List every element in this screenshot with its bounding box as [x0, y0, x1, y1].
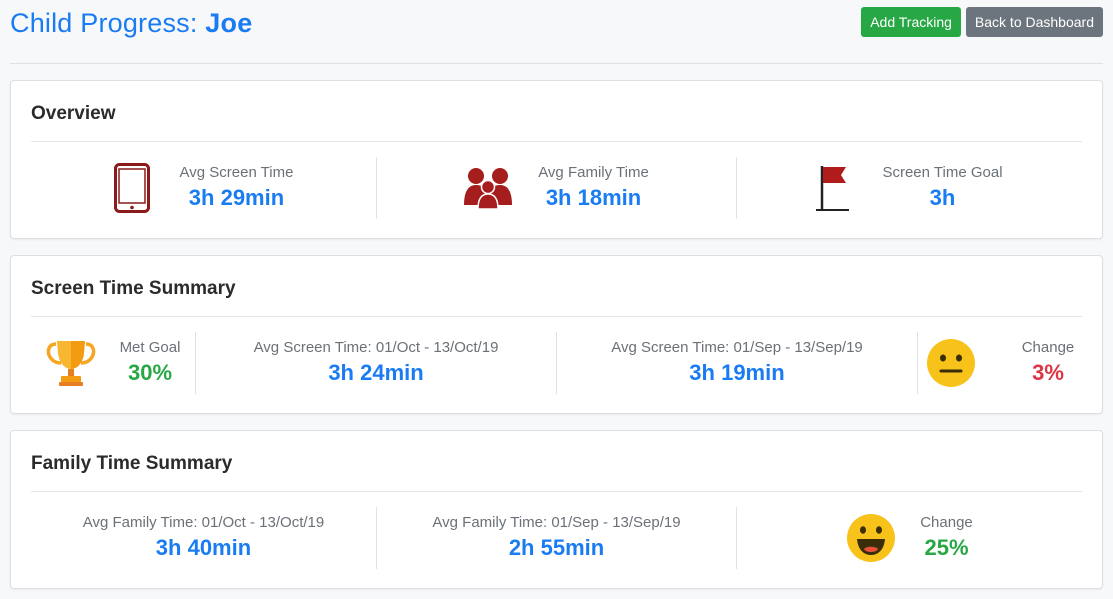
add-tracking-button[interactable]: Add Tracking [861, 7, 961, 37]
overview-family-time-stat: Avg Family Time 3h 18min [538, 163, 649, 213]
stat-label: Avg Family Time [538, 164, 649, 181]
stat-label: Avg Screen Time: 01/Sep - 13/Sep/19 [611, 339, 863, 356]
stat-label: Met Goal [119, 339, 181, 356]
tablet-icon [113, 163, 150, 213]
trophy-icon [46, 338, 96, 388]
family-time-summary-card: Family Time Summary Avg Family Time: 01/… [10, 430, 1103, 589]
screen-previous-period-stat: Avg Screen Time: 01/Sep - 13/Sep/19 3h 1… [611, 338, 863, 388]
screen-change-cell: Change 3% [918, 332, 1082, 394]
stat-label: Avg Screen Time: 01/Oct - 13/Oct/19 [253, 339, 499, 356]
neutral-face-icon [926, 338, 976, 388]
stat-value: 3h 40min [155, 535, 252, 560]
card-divider [31, 141, 1082, 142]
overview-card: Overview Avg Screen Time 3h 29min Avg Fa… [10, 80, 1103, 239]
overview-goal-stat: Screen Time Goal 3h [882, 163, 1002, 213]
stat-label: Change [1021, 339, 1075, 356]
screen-current-period-stat: Avg Screen Time: 01/Oct - 13/Oct/19 3h 2… [254, 338, 499, 388]
flag-icon [816, 163, 850, 213]
stat-value: 2h 55min [508, 535, 605, 560]
page-header: Child Progress: Joe Add Tracking Back to… [10, 0, 1103, 64]
child-progress-page: Child Progress: Joe Add Tracking Back to… [0, 0, 1113, 599]
stat-label: Change [920, 514, 973, 531]
stat-value: 25% [924, 535, 969, 560]
card-divider [31, 316, 1082, 317]
screen-summary-title: Screen Time Summary [31, 278, 236, 299]
stat-value: 3h [929, 185, 956, 210]
screen-change-stat: Change 3% [1022, 338, 1075, 388]
card-divider [31, 491, 1082, 492]
screen-current-period-cell: Avg Screen Time: 01/Oct - 13/Oct/19 3h 2… [196, 332, 557, 394]
stat-value: 3h 24min [328, 360, 424, 385]
overview-screen-time-cell: Avg Screen Time 3h 29min [31, 157, 377, 219]
stat-value: 3% [1032, 360, 1064, 385]
stat-label: Avg Screen Time [179, 164, 294, 181]
family-icon [464, 167, 514, 209]
overview-title: Overview [31, 103, 116, 124]
stat-value: 3h 19min [689, 360, 785, 385]
overview-stats-row: Avg Screen Time 3h 29min Avg Family Time… [31, 157, 1082, 219]
stat-label: Screen Time Goal [882, 164, 1003, 181]
back-to-dashboard-button[interactable]: Back to Dashboard [965, 7, 1103, 37]
overview-goal-cell: Screen Time Goal 3h [737, 157, 1082, 219]
child-name: Joe [205, 8, 253, 38]
met-goal-cell: Met Goal 30% [31, 332, 196, 394]
family-change-stat: Change 25% [920, 513, 973, 563]
stat-value: 30% [127, 360, 173, 385]
stat-label: Avg Family Time: 01/Sep - 13/Sep/19 [432, 514, 681, 531]
overview-screen-time-stat: Avg Screen Time 3h 29min [180, 163, 294, 213]
overview-family-time-cell: Avg Family Time 3h 18min [377, 157, 737, 219]
happy-face-icon [846, 513, 896, 563]
screen-summary-row: Met Goal 30% Avg Screen Time: 01/Oct - 1… [31, 332, 1082, 394]
met-goal-stat: Met Goal 30% [120, 338, 181, 388]
page-title-prefix: Child Progress: [10, 8, 198, 38]
stat-label: Avg Family Time: 01/Oct - 13/Oct/19 [82, 514, 325, 531]
family-change-cell: Change 25% [737, 507, 1082, 569]
stat-value: 3h 18min [545, 185, 642, 210]
family-current-period-stat: Avg Family Time: 01/Oct - 13/Oct/19 3h 4… [83, 513, 324, 563]
page-title: Child Progress: Joe [10, 8, 252, 39]
header-actions: Add Tracking Back to Dashboard [861, 7, 1103, 37]
screen-time-summary-card: Screen Time Summary Met Goal 30% Avg Scr… [10, 255, 1103, 414]
family-previous-period-stat: Avg Family Time: 01/Sep - 13/Sep/19 2h 5… [432, 513, 680, 563]
stat-value: 3h 29min [188, 185, 285, 210]
screen-previous-period-cell: Avg Screen Time: 01/Sep - 13/Sep/19 3h 1… [557, 332, 918, 394]
family-summary-row: Avg Family Time: 01/Oct - 13/Oct/19 3h 4… [31, 507, 1082, 569]
family-current-period-cell: Avg Family Time: 01/Oct - 13/Oct/19 3h 4… [31, 507, 377, 569]
family-previous-period-cell: Avg Family Time: 01/Sep - 13/Sep/19 2h 5… [377, 507, 737, 569]
family-summary-title: Family Time Summary [31, 453, 233, 474]
